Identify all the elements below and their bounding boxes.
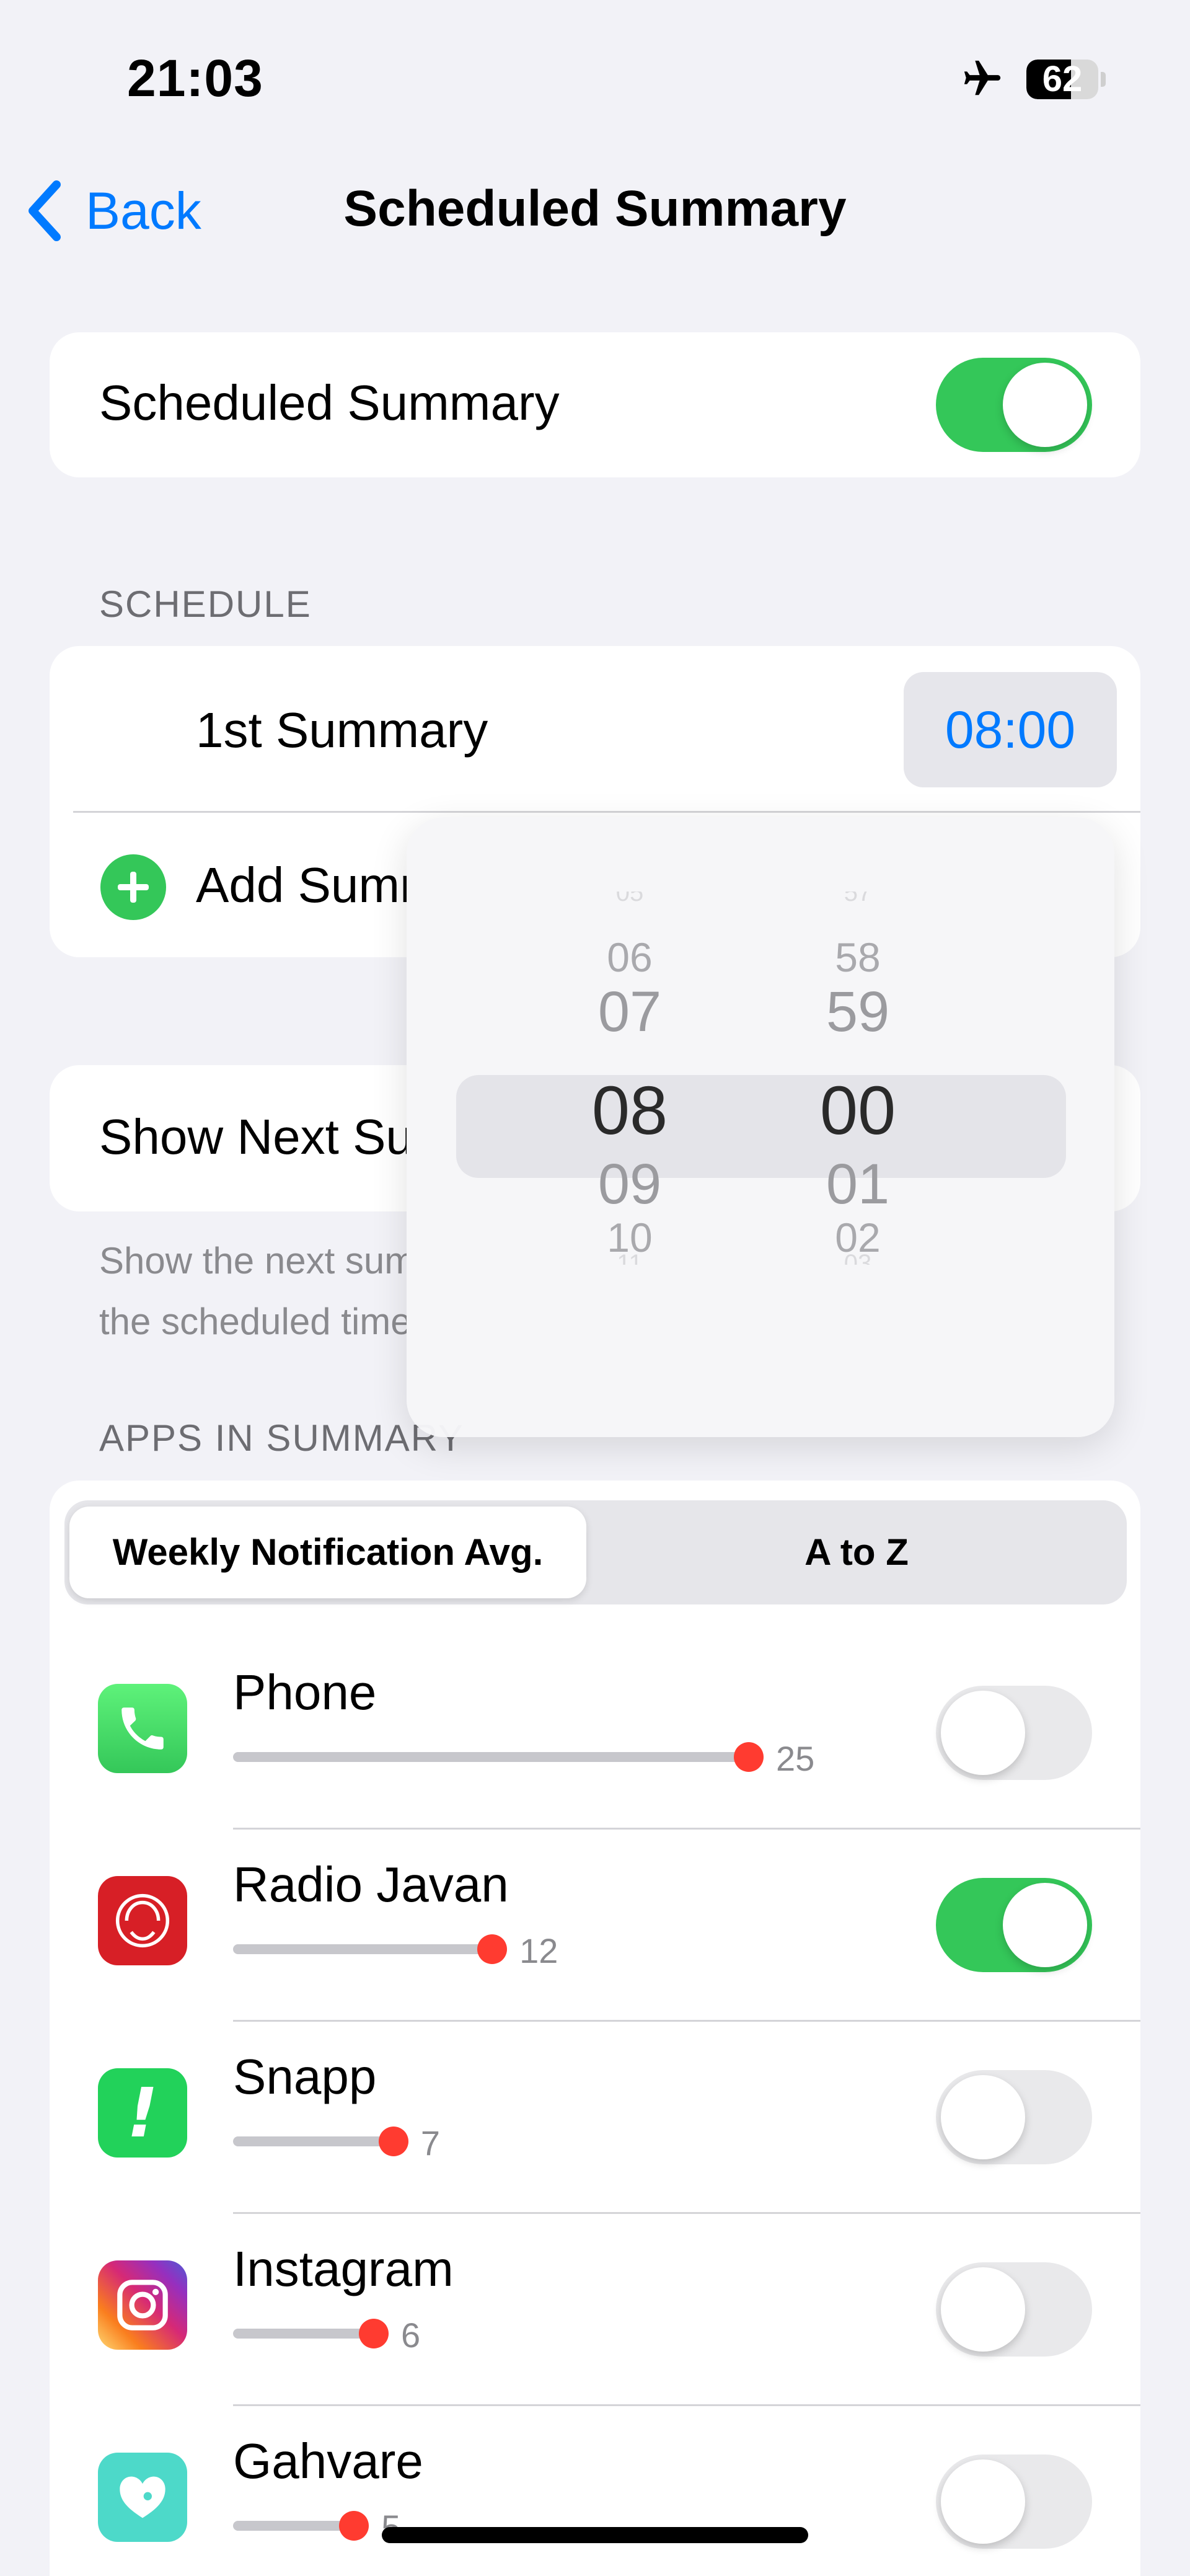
home-indicator[interactable] [382, 2527, 808, 2543]
minute-option[interactable]: 03 [796, 1251, 920, 1265]
sort-segmented-control[interactable]: Weekly Notification Avg. A to Z [64, 1500, 1127, 1604]
notification-avg-dot [339, 2511, 369, 2541]
sort-option-weekly[interactable]: Weekly Notification Avg. [69, 1507, 586, 1598]
notification-avg-bar [233, 1944, 483, 1954]
minute-option[interactable]: 01 [796, 1152, 920, 1217]
hour-option[interactable]: 06 [568, 934, 692, 981]
app-name: Gahvare [233, 2433, 423, 2489]
notification-avg-value: 7 [420, 2123, 441, 2162]
notification-avg-value: 25 [776, 1739, 815, 1778]
notification-avg-bar [233, 2521, 345, 2531]
toggle-knob [941, 1691, 1025, 1775]
notification-avg-dot [734, 1742, 764, 1772]
time-picker-popover[interactable]: 05 06 07 08 09 10 11 57 58 59 00 01 02 03 [407, 817, 1114, 1437]
add-summary-label[interactable]: Add Summary [196, 857, 407, 914]
hour-option[interactable]: 09 [568, 1152, 692, 1217]
minute-option[interactable]: 00 [796, 1071, 920, 1150]
app-row: Gahvare5 [0, 2406, 1190, 2576]
phone-icon [98, 1684, 187, 1773]
notification-avg-dot [477, 1934, 508, 1964]
first-summary-time-button[interactable]: 08:00 [904, 672, 1117, 787]
instagram-icon [98, 2260, 187, 2350]
picker-selection-band [456, 1075, 1066, 1178]
notification-avg-dot [378, 2127, 408, 2156]
gahvare-icon [98, 2453, 187, 2542]
app-row: ! Snapp 7 [0, 2021, 1190, 2214]
airplane-mode-icon [964, 60, 1001, 95]
snapp-icon: ! [98, 2068, 187, 2158]
minute-option[interactable]: 57 [796, 892, 920, 905]
toggle-knob [1003, 363, 1087, 447]
add-circle-icon[interactable] [100, 854, 166, 920]
notification-avg-dot [359, 2319, 389, 2348]
app-name: Instagram [233, 2241, 454, 2296]
app-summary-toggle[interactable] [936, 2070, 1092, 2164]
hour-option[interactable]: 08 [568, 1071, 692, 1150]
first-summary-label: 1st Summary [196, 702, 488, 758]
app-name: Snapp [233, 2049, 377, 2104]
toggle-knob [941, 2459, 1025, 2544]
radio-javan-icon [98, 1876, 187, 1965]
scheduled-summary-toggle[interactable] [936, 358, 1092, 452]
notification-avg-bar [233, 2136, 384, 2146]
hour-option[interactable]: 05 [568, 892, 692, 905]
show-next-footer-line1: Show the next summary before [99, 1240, 407, 1281]
toggle-knob [941, 2267, 1025, 2352]
minute-option[interactable]: 58 [796, 934, 920, 981]
scheduled-summary-label: Scheduled Summary [99, 375, 560, 430]
app-row: Radio Javan 12 [0, 1829, 1190, 2022]
apps-section-header: APPS IN SUMMARY [99, 1417, 465, 1459]
notification-avg-bar [233, 2329, 364, 2339]
app-name: Phone [233, 1665, 377, 1720]
status-time: 21:03 [127, 49, 263, 107]
app-summary-toggle[interactable] [936, 2454, 1092, 2549]
app-summary-toggle[interactable] [936, 1686, 1092, 1780]
notification-avg-value: 12 [519, 1931, 558, 1970]
notification-avg-value: 6 [401, 2316, 421, 2355]
battery-icon: 62 [1026, 60, 1098, 99]
battery-tip [1101, 72, 1106, 87]
battery-level: 62 [1042, 60, 1083, 99]
hour-option[interactable]: 11 [568, 1251, 692, 1265]
app-summary-toggle[interactable] [936, 2262, 1092, 2357]
toggle-knob [1003, 1883, 1087, 1967]
show-next-footer-line2: the scheduled time. [99, 1301, 407, 1342]
minute-option[interactable]: 59 [796, 980, 920, 1045]
app-row: Instagram 6 [0, 2213, 1190, 2406]
toggle-knob [941, 2075, 1025, 2159]
app-name: Radio Javan [233, 1857, 509, 1912]
app-summary-toggle[interactable] [936, 1878, 1092, 1972]
schedule-section-header: SCHEDULE [99, 583, 312, 625]
schedule-divider [73, 811, 1140, 813]
app-row: Phone 25 [0, 1637, 1190, 1830]
notification-avg-bar [233, 1752, 739, 1762]
sort-option-a-to-z[interactable]: A to Z [591, 1507, 1122, 1598]
hour-option[interactable]: 07 [568, 980, 692, 1045]
page-title: Scheduled Summary [343, 180, 847, 237]
show-next-summary-label[interactable]: Show Next Summary [99, 1109, 407, 1166]
